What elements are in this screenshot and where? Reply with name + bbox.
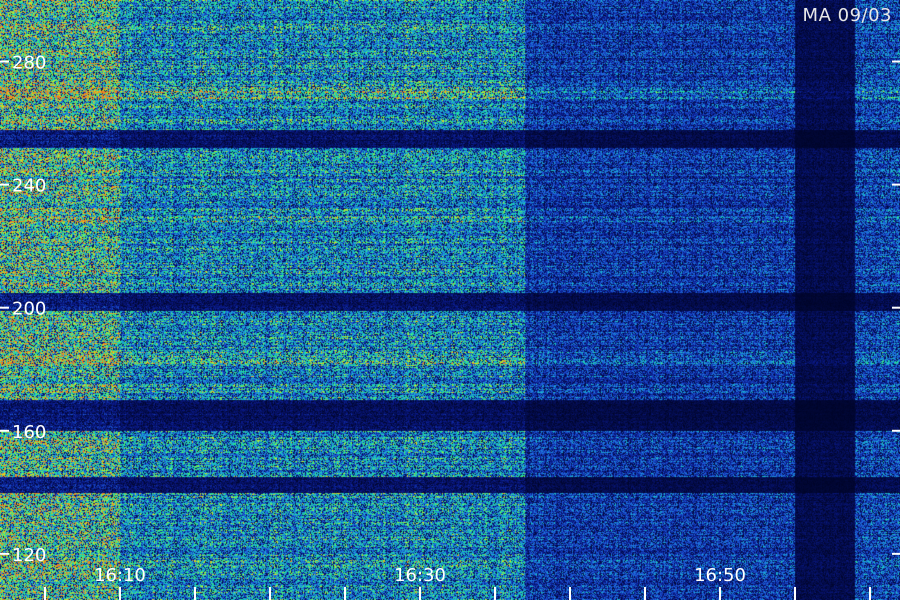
y-tick-label: 280 — [12, 53, 46, 74]
y-tick-label: 200 — [12, 299, 46, 320]
x-tick-label: 16:10 — [94, 565, 146, 586]
y-tick-label: 240 — [12, 176, 46, 197]
spectrogram-axes: 120 160 200 240 280 16:10 16:30 16:50 — [0, 53, 900, 600]
y-tick-label: 120 — [12, 545, 46, 566]
x-tick-label: 16:30 — [394, 565, 446, 586]
spectrogram: 120 160 200 240 280 16:10 16:30 16:50 — [0, 0, 900, 600]
y-tick-label: 160 — [12, 422, 46, 443]
station-date-label: MA 09/03 — [802, 5, 892, 26]
x-tick-label: 16:50 — [694, 565, 746, 586]
